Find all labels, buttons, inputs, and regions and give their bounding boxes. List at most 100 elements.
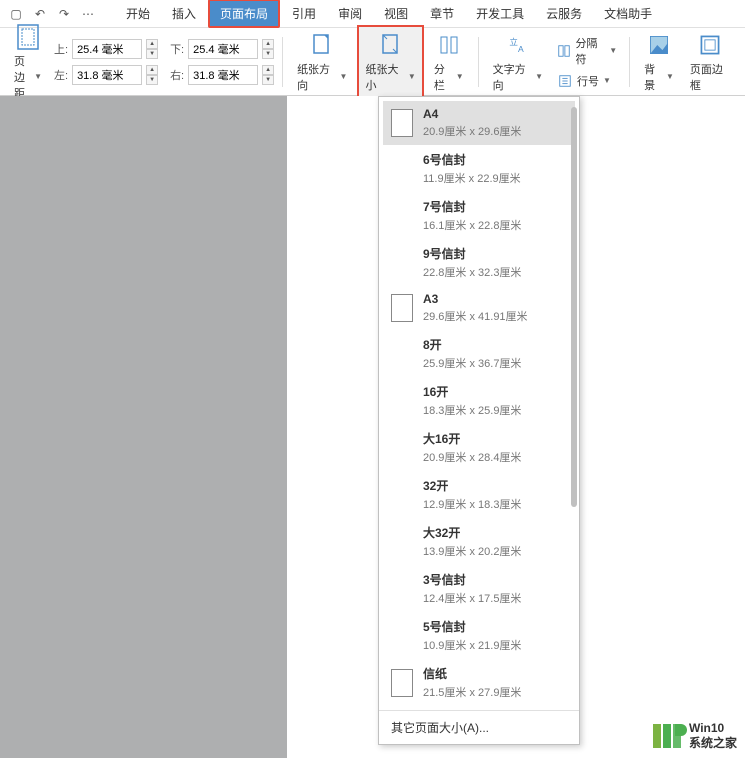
paper-info: 信纸21.5厘米 x 27.9厘米	[423, 665, 567, 700]
page-border-button[interactable]: 页面边框	[684, 27, 737, 97]
margin-bottom-label: 下:	[170, 41, 184, 57]
paper-dimensions: 20.9厘米 x 28.4厘米	[423, 449, 567, 465]
menu-tab-4[interactable]: 审阅	[328, 1, 372, 26]
watermark-line2: 系统之家	[689, 736, 737, 750]
chevron-down-icon: ▼	[340, 72, 348, 81]
orientation-label: 纸张方向	[297, 61, 337, 93]
paper-info: A3 29.6厘米 x 41.91厘米	[423, 292, 567, 324]
paper-size-item[interactable]: A3 29.6厘米 x 41.91厘米	[383, 286, 575, 330]
paper-dimensions: 29.6厘米 x 41.91厘米	[423, 308, 567, 324]
paper-info: 32开 12.9厘米 x 18.3厘米	[423, 477, 567, 512]
paper-info: 7号信封 16.1厘米 x 22.8厘米	[423, 198, 567, 233]
paper-icon	[391, 481, 413, 509]
margin-left-input[interactable]	[72, 65, 142, 85]
page-border-label: 页面边框	[690, 61, 731, 93]
paper-size-item[interactable]: 9号信封 22.8厘米 x 32.3厘米	[383, 239, 575, 286]
margin-top-input[interactable]	[72, 39, 142, 59]
paper-name: 7号信封	[423, 198, 567, 215]
spin-up-icon[interactable]: ▲	[262, 65, 274, 75]
paper-dimensions: 12.9厘米 x 18.3厘米	[423, 496, 567, 512]
margin-right-input[interactable]	[188, 65, 258, 85]
watermark: Win10 系统之家	[653, 721, 737, 750]
scrollbar[interactable]	[571, 107, 577, 507]
paper-dimensions: 25.9厘米 x 36.7厘米	[423, 355, 567, 371]
separator-label: 分隔符	[575, 35, 605, 67]
paper-info: 5号信封10.9厘米 x 21.9厘米	[423, 618, 567, 653]
spin-down-icon[interactable]: ▼	[146, 75, 158, 85]
paper-dimensions: 21.5厘米 x 27.9厘米	[423, 684, 567, 700]
menu-tab-9[interactable]: 文档助手	[594, 1, 662, 26]
menu-tab-5[interactable]: 视图	[374, 1, 418, 26]
spin-down-icon[interactable]: ▼	[262, 75, 274, 85]
text-direction-label: 文字方向	[493, 61, 533, 93]
paper-size-item[interactable]: 8开25.9厘米 x 36.7厘米	[383, 330, 575, 377]
paper-size-item[interactable]: 信纸21.5厘米 x 27.9厘米	[383, 659, 575, 706]
page-margin-label: 页边距	[14, 53, 32, 101]
paper-name: 9号信封	[423, 245, 567, 262]
paper-icon	[391, 109, 413, 137]
paper-size-item[interactable]: 6号信封11.9厘米 x 22.9厘米	[383, 145, 575, 192]
paper-name: A3	[423, 292, 567, 306]
ribbon-toolbar: 页边距▼ 上: ▲▼ 下: ▲▼ 左: ▲▼ 右: ▲▼	[0, 28, 745, 96]
paper-size-item[interactable]: 32开 12.9厘米 x 18.3厘米	[383, 471, 575, 518]
paper-size-button[interactable]: 纸张大小▼	[357, 25, 423, 99]
paper-name: 16开	[423, 383, 567, 400]
background-label: 背景	[644, 61, 664, 93]
columns-icon	[435, 31, 463, 59]
chevron-down-icon: ▼	[609, 46, 617, 55]
spin-down-icon[interactable]: ▼	[262, 49, 274, 59]
menu-tab-7[interactable]: 开发工具	[466, 1, 534, 26]
margin-values: 上: ▲▼ 下: ▲▼ 左: ▲▼ 右: ▲▼	[54, 39, 274, 85]
paper-size-item[interactable]: 16开18.3厘米 x 25.9厘米	[383, 377, 575, 424]
page-margin-button[interactable]: 页边距▼	[8, 19, 48, 105]
background-button[interactable]: 背景▼	[638, 27, 680, 97]
paper-info: A420.9厘米 x 29.6厘米	[423, 107, 567, 139]
svg-text:立: 立	[509, 36, 518, 47]
spin-up-icon[interactable]: ▲	[146, 65, 158, 75]
paper-size-item[interactable]: 7号信封 16.1厘米 x 22.8厘米	[383, 192, 575, 239]
paper-size-icon	[377, 31, 405, 59]
watermark-text: Win10 系统之家	[689, 721, 737, 750]
paper-info: 16开18.3厘米 x 25.9厘米	[423, 383, 567, 418]
paper-icon	[391, 202, 413, 230]
paper-info: 大32开 13.9厘米 x 20.2厘米	[423, 524, 567, 559]
paper-name: 大32开	[423, 524, 567, 541]
separator-button[interactable]: 分隔符 ▼	[553, 33, 621, 69]
line-number-button[interactable]: 行号▼	[553, 71, 621, 91]
paper-size-item[interactable]: 大32开 13.9厘米 x 20.2厘米	[383, 518, 575, 565]
separator	[629, 37, 630, 87]
paper-name: 3号信封	[423, 571, 567, 588]
text-direction-icon: 立A	[504, 31, 532, 59]
chevron-down-icon: ▼	[603, 76, 611, 85]
paper-name: 32开	[423, 477, 567, 494]
paper-dimensions: 16.1厘米 x 22.8厘米	[423, 217, 567, 233]
menu-tab-3[interactable]: 引用	[282, 1, 326, 26]
paper-info: 3号信封12.4厘米 x 17.5厘米	[423, 571, 567, 606]
paper-dimensions: 22.8厘米 x 32.3厘米	[423, 264, 567, 280]
line-number-icon	[557, 73, 573, 89]
document-area	[0, 96, 745, 758]
spin-down-icon[interactable]: ▼	[146, 49, 158, 59]
menu-tab-6[interactable]: 章节	[420, 1, 464, 26]
paper-size-item[interactable]: 5号信封10.9厘米 x 21.9厘米	[383, 612, 575, 659]
paper-size-item[interactable]: A420.9厘米 x 29.6厘米	[383, 101, 575, 145]
margin-top-label: 上:	[54, 41, 68, 57]
columns-label: 分栏	[434, 61, 454, 93]
other-page-sizes-button[interactable]: 其它页面大小(A)...	[379, 710, 579, 744]
paper-icon	[391, 387, 413, 415]
paper-size-dropdown: A420.9厘米 x 29.6厘米 6号信封11.9厘米 x 22.9厘米 7号信封…	[378, 96, 580, 745]
background-icon	[645, 31, 673, 59]
paper-size-item[interactable]: 大16开20.9厘米 x 28.4厘米	[383, 424, 575, 471]
margin-left-label: 左:	[54, 67, 68, 83]
paper-dimensions: 13.9厘米 x 20.2厘米	[423, 543, 567, 559]
menu-tab-8[interactable]: 云服务	[536, 1, 592, 26]
margin-bottom-input[interactable]	[188, 39, 258, 59]
paper-size-item[interactable]: 3号信封12.4厘米 x 17.5厘米	[383, 565, 575, 612]
columns-button[interactable]: 分栏▼	[428, 27, 470, 97]
text-direction-button[interactable]: 立A 文字方向▼	[487, 27, 549, 97]
spin-up-icon[interactable]: ▲	[146, 39, 158, 49]
chevron-down-icon: ▼	[456, 72, 464, 81]
paper-icon	[391, 434, 413, 462]
spin-up-icon[interactable]: ▲	[262, 39, 274, 49]
orientation-button[interactable]: 纸张方向▼	[291, 27, 353, 97]
